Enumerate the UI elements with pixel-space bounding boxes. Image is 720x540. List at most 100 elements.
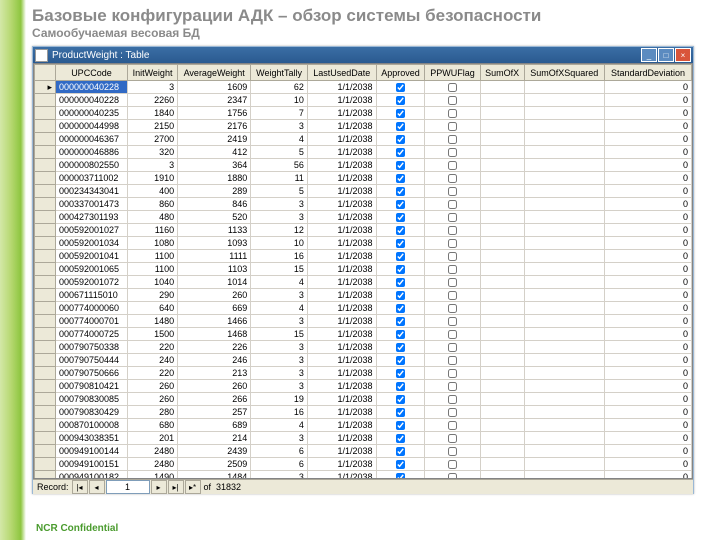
cell[interactable] [425, 81, 480, 94]
cell[interactable]: 0 [605, 107, 692, 120]
row-selector[interactable] [35, 133, 56, 146]
cell[interactable]: 1103 [178, 263, 251, 276]
approved-checkbox[interactable] [396, 369, 405, 378]
cell[interactable]: 62 [251, 81, 308, 94]
cell[interactable]: 000949100182 [56, 471, 128, 480]
cell[interactable]: 1/1/2038 [307, 276, 376, 289]
cell[interactable]: 3 [251, 315, 308, 328]
cell[interactable] [425, 302, 480, 315]
cell[interactable]: 412 [178, 146, 251, 159]
cell[interactable] [480, 185, 524, 198]
cell[interactable]: 000790750444 [56, 354, 128, 367]
row-selector[interactable] [35, 458, 56, 471]
cell[interactable]: 000790830085 [56, 393, 128, 406]
cell[interactable] [425, 146, 480, 159]
cell[interactable] [524, 146, 604, 159]
cell[interactable] [376, 159, 425, 172]
table-row[interactable]: 000790830429280257161/1/20380 [35, 406, 692, 419]
table-row[interactable]: 00079075033822022631/1/20380 [35, 341, 692, 354]
cell[interactable]: 1/1/2038 [307, 354, 376, 367]
cell[interactable]: 520 [178, 211, 251, 224]
cell[interactable] [376, 289, 425, 302]
approved-checkbox[interactable] [396, 460, 405, 469]
cell[interactable] [425, 315, 480, 328]
cell[interactable] [480, 237, 524, 250]
cell[interactable] [425, 120, 480, 133]
cell[interactable]: 3 [251, 471, 308, 480]
approved-checkbox[interactable] [396, 161, 405, 170]
ppwuflag-checkbox[interactable] [448, 148, 457, 157]
cell[interactable] [425, 107, 480, 120]
table-row[interactable]: ▸00000004022831609621/1/20380 [35, 81, 692, 94]
cell[interactable] [480, 380, 524, 393]
cell[interactable] [524, 289, 604, 302]
ppwuflag-checkbox[interactable] [448, 83, 457, 92]
cell[interactable]: 689 [178, 419, 251, 432]
cell[interactable]: 0 [605, 159, 692, 172]
cell[interactable]: 000592001065 [56, 263, 128, 276]
cell[interactable]: 1/1/2038 [307, 328, 376, 341]
cell[interactable]: 1468 [178, 328, 251, 341]
approved-checkbox[interactable] [396, 174, 405, 183]
cell[interactable]: 1/1/2038 [307, 419, 376, 432]
cell[interactable]: 000000040228 [56, 81, 128, 94]
cell[interactable] [480, 107, 524, 120]
cell[interactable]: 7 [251, 107, 308, 120]
row-selector[interactable] [35, 120, 56, 133]
approved-checkbox[interactable] [396, 317, 405, 326]
cell[interactable]: 1/1/2038 [307, 393, 376, 406]
cell[interactable]: 213 [178, 367, 251, 380]
cell[interactable] [480, 198, 524, 211]
cell[interactable]: 11 [251, 172, 308, 185]
col-weighttally[interactable]: WeightTally [251, 65, 308, 81]
cell[interactable] [425, 172, 480, 185]
cell[interactable] [524, 237, 604, 250]
cell[interactable]: 000774000701 [56, 315, 128, 328]
cell[interactable]: 0 [605, 198, 692, 211]
row-selector[interactable] [35, 198, 56, 211]
approved-checkbox[interactable] [396, 265, 405, 274]
ppwuflag-checkbox[interactable] [448, 395, 457, 404]
cell[interactable] [524, 120, 604, 133]
cell[interactable]: 1756 [178, 107, 251, 120]
cell[interactable]: 2480 [127, 458, 177, 471]
cell[interactable] [425, 159, 480, 172]
col-upccode[interactable]: UPCCode [56, 65, 128, 81]
approved-checkbox[interactable] [396, 395, 405, 404]
cell[interactable]: 0 [605, 380, 692, 393]
col-sumofxsquared[interactable]: SumOfXSquared [524, 65, 604, 81]
cell[interactable]: 1/1/2038 [307, 315, 376, 328]
ppwuflag-checkbox[interactable] [448, 265, 457, 274]
row-selector[interactable] [35, 159, 56, 172]
cell[interactable]: 3 [251, 354, 308, 367]
nav-next-button[interactable]: ▸ [151, 480, 167, 494]
cell[interactable]: 1/1/2038 [307, 471, 376, 480]
cell[interactable]: 1/1/2038 [307, 341, 376, 354]
table-row[interactable]: 000790830085260266191/1/20380 [35, 393, 692, 406]
cell[interactable]: 1080 [127, 237, 177, 250]
approved-checkbox[interactable] [396, 382, 405, 391]
approved-checkbox[interactable] [396, 83, 405, 92]
cell[interactable] [524, 211, 604, 224]
maximize-button[interactable]: □ [658, 48, 674, 62]
approved-checkbox[interactable] [396, 434, 405, 443]
table-row[interactable]: 00059200104111001111161/1/20380 [35, 250, 692, 263]
cell[interactable]: 1880 [178, 172, 251, 185]
approved-checkbox[interactable] [396, 109, 405, 118]
cell[interactable]: 000774000725 [56, 328, 128, 341]
cell[interactable]: 2150 [127, 120, 177, 133]
table-row[interactable]: 0009491001442480243961/1/20380 [35, 445, 692, 458]
table-row[interactable]: 00059200103410801093101/1/20380 [35, 237, 692, 250]
cell[interactable]: 1466 [178, 315, 251, 328]
cell[interactable]: 12 [251, 224, 308, 237]
cell[interactable] [376, 224, 425, 237]
cell[interactable]: 000000802550 [56, 159, 128, 172]
cell[interactable] [524, 94, 604, 107]
row-selector[interactable] [35, 172, 56, 185]
cell[interactable]: 1/1/2038 [307, 289, 376, 302]
cell[interactable]: 1133 [178, 224, 251, 237]
cell[interactable] [480, 328, 524, 341]
cell[interactable]: 480 [127, 211, 177, 224]
cell[interactable]: 1/1/2038 [307, 159, 376, 172]
cell[interactable]: 0 [605, 185, 692, 198]
